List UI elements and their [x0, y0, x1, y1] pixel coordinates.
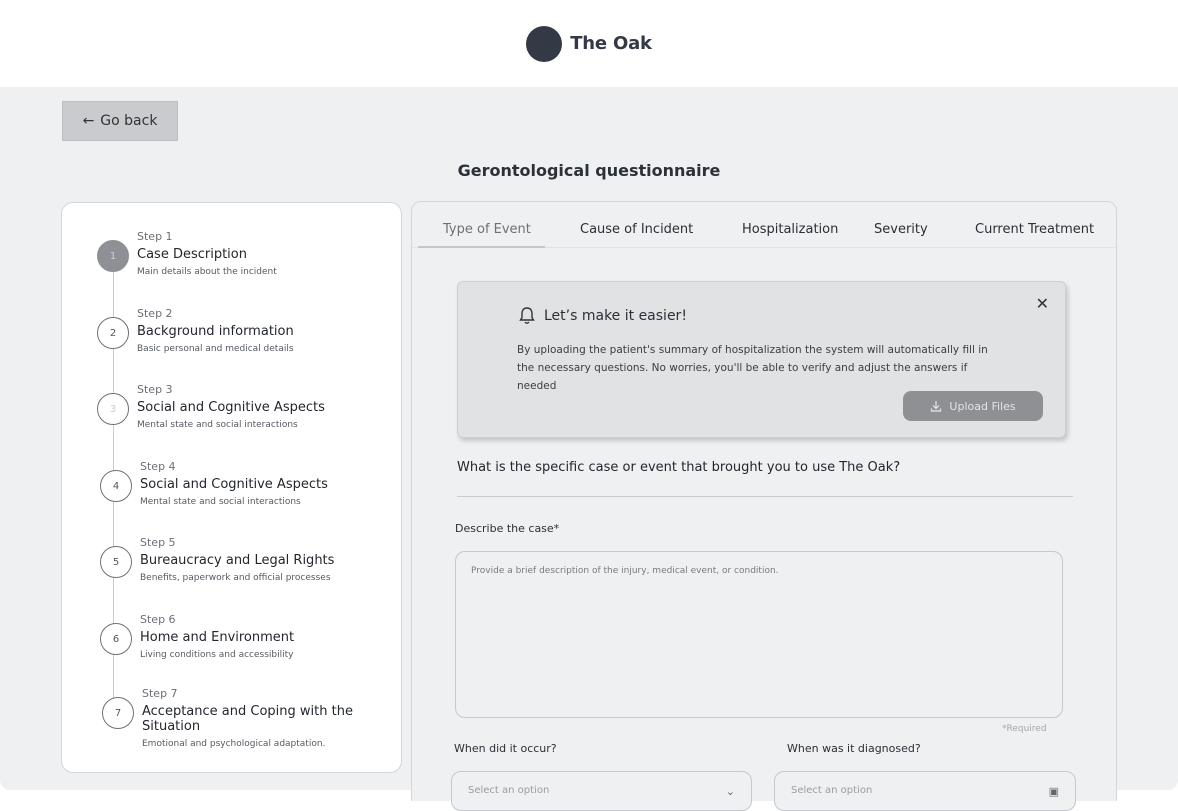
upload-files-button[interactable]: Upload Files — [903, 391, 1043, 421]
step-subtitle: Benefits, paperwork and official process… — [140, 573, 331, 583]
step-subtitle: Main details about the incident — [137, 267, 277, 277]
step-title: Bureaucracy and Legal Rights — [140, 553, 335, 568]
page-title: Gerontological questionnaire — [457, 161, 721, 180]
occur-date-label: When did it occur? — [454, 742, 557, 755]
questionnaire-form: Type of Event Cause of Incident Hospital… — [411, 201, 1117, 811]
arrow-left-icon: ← — [82, 113, 95, 129]
tab-cause-of-incident[interactable]: Cause of Incident — [580, 222, 693, 237]
step-number-badge: 3 — [97, 393, 129, 425]
top-header: The Oak — [0, 0, 1178, 87]
logo-icon — [526, 25, 563, 62]
describe-case-textarea[interactable]: Provide a brief description of the injur… — [455, 551, 1063, 718]
question-divider — [457, 496, 1073, 497]
step-subtitle: Emotional and psychological adaptation. — [142, 739, 326, 749]
tab-severity[interactable]: Severity — [874, 222, 928, 237]
step-number-badge: 2 — [97, 317, 129, 349]
upload-callout: Let’s make it easier! ✕ By uploading the… — [457, 281, 1066, 438]
step-label: Step 2 — [137, 307, 173, 320]
select-placeholder: Select an option — [468, 785, 550, 796]
chevron-down-icon: ⌄ — [725, 785, 735, 798]
step-title: Social and Cognitive Aspects — [140, 477, 328, 492]
step-subtitle: Living conditions and accessibility — [140, 650, 294, 660]
step-item-1[interactable]: 1 Step 1 Case Description Main details a… — [62, 230, 392, 294]
callout-body: By uploading the patient's summary of ho… — [517, 344, 988, 392]
tab-current-treatment[interactable]: Current Treatment — [975, 222, 1094, 237]
step-number-badge: 1 — [97, 240, 129, 272]
step-number-badge: 7 — [102, 697, 134, 729]
close-icon[interactable]: ✕ — [1036, 294, 1049, 313]
step-subtitle: Mental state and social interactions — [137, 420, 298, 430]
step-item-2[interactable]: 2 Step 2 Background information Basic pe… — [62, 307, 392, 371]
brand[interactable]: The Oak — [526, 25, 652, 62]
callout-heading: Let’s make it easier! — [518, 306, 687, 325]
step-item-7[interactable]: 7 Step 7 Acceptance and Coping with the … — [62, 687, 392, 751]
step-number-badge: 6 — [100, 623, 132, 655]
calendar-icon: ▣ — [1048, 785, 1059, 798]
step-label: Step 7 — [142, 687, 178, 700]
step-label: Step 6 — [140, 613, 176, 626]
step-item-5[interactable]: 5 Step 5 Bureaucracy and Legal Rights Be… — [62, 536, 392, 600]
describe-case-label: Describe the case* — [455, 522, 560, 535]
main-area: ← Go back Gerontological questionnaire 1… — [0, 87, 1178, 811]
step-item-3[interactable]: 3 Step 3 Social and Cognitive Aspects Me… — [62, 383, 392, 447]
step-title: Social and Cognitive Aspects — [137, 400, 325, 415]
step-label: Step 1 — [137, 230, 173, 243]
tab-type-of-event[interactable]: Type of Event — [443, 222, 531, 237]
go-back-label: Go back — [100, 113, 158, 129]
step-title: Case Description — [137, 247, 247, 262]
step-label: Step 3 — [137, 383, 173, 396]
step-title: Acceptance and Coping with the Situation — [142, 704, 353, 734]
step-label: Step 5 — [140, 536, 176, 549]
case-question: What is the specific case or event that … — [457, 460, 901, 475]
download-icon — [931, 401, 942, 412]
bell-icon — [519, 307, 535, 324]
step-item-4[interactable]: 4 Step 4 Social and Cognitive Aspects Me… — [62, 460, 392, 524]
step-title: Home and Environment — [140, 630, 295, 645]
step-subtitle: Basic personal and medical details — [137, 344, 294, 354]
active-tab-indicator — [418, 246, 545, 248]
upload-files-label: Upload Files — [949, 399, 1016, 413]
brand-name: The Oak — [570, 33, 652, 54]
tab-bar: Type of Event Cause of Incident Hospital… — [412, 202, 1116, 248]
callout-title: Let’s make it easier! — [544, 307, 687, 324]
required-note: *Required — [1002, 724, 1047, 734]
select-placeholder: Select an option — [791, 785, 873, 796]
step-number-badge: 4 — [100, 470, 132, 502]
step-number-badge: 5 — [100, 546, 132, 578]
step-label: Step 4 — [140, 460, 176, 473]
step-title: Background information — [137, 324, 294, 339]
go-back-button[interactable]: ← Go back — [62, 101, 178, 141]
tab-hospitalization[interactable]: Hospitalization — [742, 222, 838, 237]
step-item-6[interactable]: 6 Step 6 Home and Environment Living con… — [62, 613, 392, 677]
diagnosed-date-label: When was it diagnosed? — [787, 742, 921, 755]
diagnosed-date-select[interactable]: Select an option ▣ — [774, 771, 1076, 811]
occur-date-select[interactable]: Select an option ⌄ — [451, 771, 752, 811]
step-subtitle: Mental state and social interactions — [140, 497, 301, 507]
steps-sidebar: 1 Step 1 Case Description Main details a… — [61, 202, 402, 773]
